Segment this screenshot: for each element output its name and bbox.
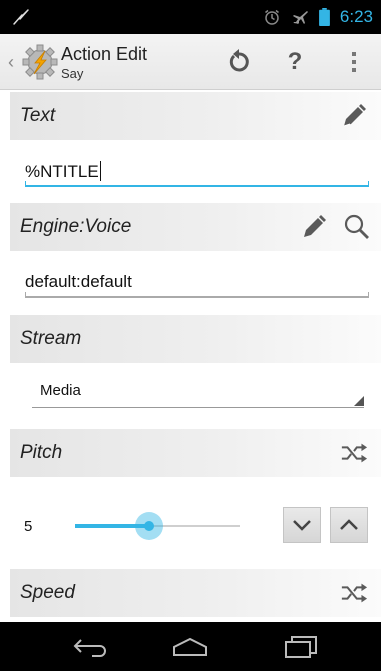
status-bar: 6:23	[0, 0, 381, 34]
tasker-bolt-icon	[13, 9, 29, 25]
status-time: 6:23	[339, 7, 373, 26]
overflow-menu-icon	[352, 52, 356, 72]
tasker-app-icon[interactable]	[20, 42, 60, 82]
action-edit-content: Text %NTITLE Engine:Voice default:defaul…	[0, 90, 381, 622]
shuffle-icon[interactable]	[340, 439, 368, 467]
help-button[interactable]: ?	[277, 44, 313, 80]
pitch-label: Pitch	[20, 442, 63, 463]
engine-voice-value: default:default	[25, 272, 132, 291]
alarm-icon	[264, 9, 279, 25]
search-icon[interactable]	[343, 213, 371, 241]
stream-section-header: Stream	[10, 315, 381, 363]
airplane-icon	[292, 11, 308, 24]
stream-selected-value: Media	[40, 382, 81, 399]
text-section-header: Text	[10, 92, 381, 140]
text-label: Text	[20, 105, 56, 126]
home-icon	[173, 637, 207, 656]
status-icons: 6:23	[263, 7, 373, 27]
page-title: Action Edit	[61, 44, 148, 64]
engine-voice-underline	[25, 292, 369, 298]
reset-button[interactable]	[221, 44, 257, 80]
pitch-decrease-button[interactable]	[283, 507, 321, 543]
text-input-underline	[25, 181, 369, 187]
pitch-slider[interactable]	[75, 512, 240, 540]
battery-icon	[319, 8, 330, 26]
pitch-controls: 5	[0, 495, 381, 557]
text-input[interactable]: %NTITLE	[25, 157, 369, 187]
edit-pencil-icon[interactable]	[300, 213, 328, 241]
chevron-down-icon	[293, 520, 311, 531]
shuffle-icon[interactable]	[340, 579, 368, 607]
speed-label: Speed	[20, 582, 75, 603]
stream-label: Stream	[20, 328, 82, 349]
engine-section-header: Engine:Voice	[10, 203, 381, 251]
dropdown-triangle-icon	[354, 396, 364, 406]
text-input-value: %NTITLE	[25, 162, 99, 181]
nav-back-button[interactable]	[71, 632, 111, 662]
edit-pencil-icon[interactable]	[340, 102, 368, 130]
text-cursor	[99, 161, 101, 181]
pitch-value: 5	[24, 518, 33, 535]
nav-home-button[interactable]	[170, 632, 210, 662]
engine-voice-input[interactable]: default:default	[25, 268, 369, 298]
pitch-section-header: Pitch	[10, 429, 381, 477]
overflow-menu-button[interactable]	[336, 44, 372, 80]
engine-label: Engine:Voice	[20, 216, 132, 237]
navigation-bar	[0, 622, 381, 671]
chevron-up-icon	[340, 519, 358, 530]
recents-icon	[285, 636, 317, 658]
reset-icon	[229, 49, 249, 72]
pitch-increase-button[interactable]	[330, 507, 368, 543]
nav-recents-button[interactable]	[281, 632, 321, 662]
back-icon	[73, 639, 106, 657]
action-bar: ‹ Action Edit Say ?	[0, 34, 381, 90]
speed-section-header: Speed	[10, 569, 381, 617]
page-subtitle: Say	[61, 66, 84, 81]
stream-select[interactable]: Media	[32, 378, 364, 408]
back-caret-icon[interactable]: ‹	[8, 52, 18, 72]
